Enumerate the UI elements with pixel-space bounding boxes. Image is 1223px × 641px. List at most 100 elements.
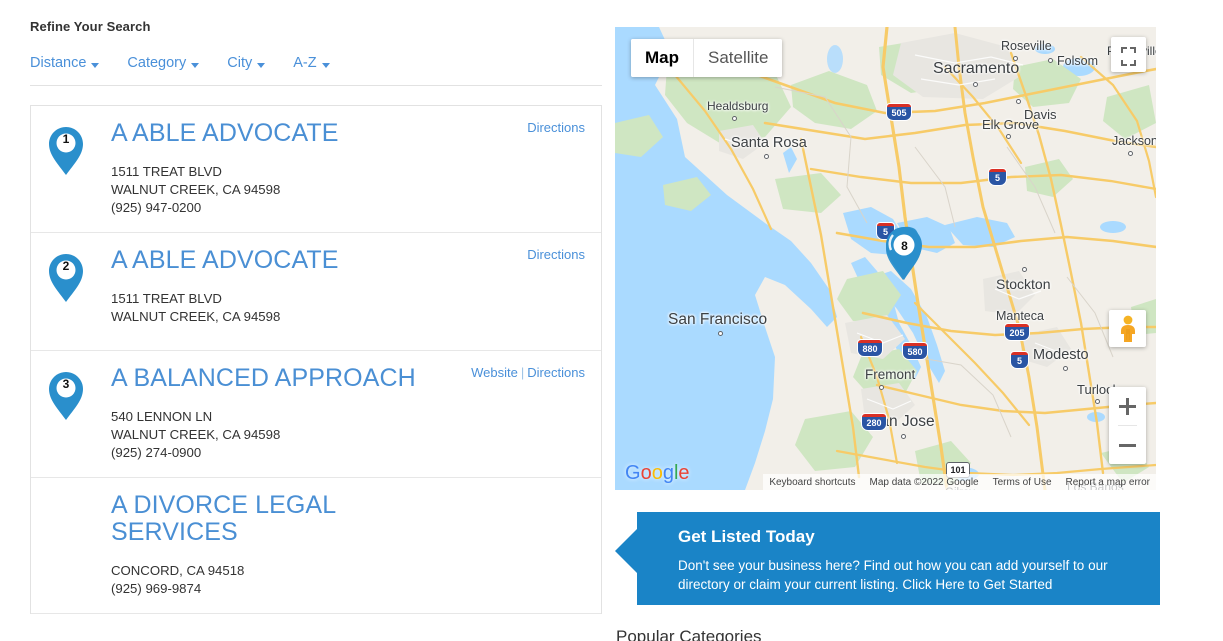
map-place-label: Healdsburg [707, 99, 769, 113]
map-type-satellite-button[interactable]: Satellite [693, 39, 783, 77]
google-map[interactable]: RosevillePlacervilleFolsomSacramentoDavi… [615, 27, 1156, 490]
zoom-out-button[interactable] [1109, 426, 1146, 464]
result-action-links: Directions [527, 120, 585, 135]
street-view-pegman-icon [1120, 315, 1135, 342]
highway-shield-interstate: 205 [1005, 324, 1029, 340]
map-place-label: Modesto [1033, 347, 1089, 363]
map-place-label: Fremont [865, 367, 916, 382]
business-name-link[interactable]: A DIVORCE LEGAL SERVICES [111, 492, 421, 546]
map-place-dot [718, 331, 723, 336]
chevron-down-icon [257, 62, 266, 68]
result-pin-number: 3 [62, 377, 70, 391]
banner-text: Don't see your business here? Find out h… [678, 558, 1108, 592]
highway-shield-interstate: 5 [1011, 352, 1028, 368]
link-separator: | [520, 365, 525, 380]
chevron-down-icon [191, 62, 200, 68]
terms-of-use-link[interactable]: Terms of Use [993, 477, 1052, 488]
business-name-link[interactable]: A ABLE ADVOCATE [111, 247, 421, 274]
highway-shield-interstate: 880 [858, 340, 882, 356]
filter-city-label: City [227, 55, 253, 71]
highway-shield-label: 205 [1009, 328, 1025, 338]
directions-link[interactable]: Directions [527, 365, 585, 380]
fullscreen-icon [1121, 47, 1136, 66]
result-pin-column: 3 [47, 365, 111, 421]
google-logo: Google [625, 461, 693, 484]
search-results-column: Refine Your Search Distance Category Cit… [30, 0, 602, 641]
map-place-dot [973, 82, 978, 87]
result-action-links: Directions [527, 247, 585, 262]
svg-text:Google: Google [625, 462, 690, 484]
keyboard-shortcuts-link[interactable]: Keyboard shortcuts [769, 477, 855, 488]
result-body: A ABLE ADVOCATE 1511 TREAT BLVD WALNUT CRE… [111, 120, 585, 217]
banner-title: Get Listed Today [678, 527, 815, 546]
address-city-state: WALNUT CREEK, CA 94598 [111, 182, 281, 197]
map-pin-marker[interactable]: 3 [47, 371, 85, 421]
business-address: CONCORD, CA 94518 (925) 969-9874 [111, 562, 581, 598]
address-city-state: WALNUT CREEK, CA 94598 [111, 309, 281, 324]
address-city-state: WALNUT CREEK, CA 94598 [111, 427, 281, 442]
map-place-label: Santa Rosa [731, 135, 807, 151]
popular-categories-heading: Popular Categories [616, 627, 762, 641]
map-data-credit: Map data ©2022 Google [869, 476, 979, 488]
highway-shield-label: 505 [891, 108, 907, 118]
map-place-label: San Francisco [668, 311, 768, 328]
filter-category[interactable]: Category [127, 55, 200, 71]
street-view-pegman-button[interactable] [1109, 310, 1146, 347]
result-body: A ABLE ADVOCATE 1511 TREAT BLVD WALNUT CRE… [111, 247, 585, 326]
map-place-dot [901, 434, 906, 439]
map-pin-marker[interactable]: 2 [47, 253, 85, 303]
filter-distance[interactable]: Distance [30, 55, 100, 71]
zoom-in-button[interactable] [1109, 387, 1146, 425]
filter-az-label: A-Z [293, 55, 317, 71]
fullscreen-button[interactable] [1111, 37, 1146, 72]
business-address: 1511 TREAT BLVD WALNUT CREEK, CA 94598 [111, 290, 581, 326]
map-place-label: Manteca [996, 309, 1044, 323]
page-root: Refine Your Search Distance Category Cit… [0, 0, 1223, 641]
get-listed-banner[interactable]: Get Listed Today Don't see your business… [615, 512, 1160, 605]
map-place-dot [1016, 99, 1021, 104]
highway-shield-label: 280 [866, 418, 882, 428]
result-pin-column [47, 492, 111, 498]
map-place-label: Sacramento [933, 60, 1020, 77]
filter-city[interactable]: City [227, 55, 266, 71]
google-logo-icon: Google [625, 462, 690, 484]
map-place-dot [764, 154, 769, 159]
business-phone: (925) 969-9874 [111, 581, 202, 596]
map-place-label: Jackson [1112, 134, 1156, 148]
result-card: 3 A BALANCED APPROACH 540 LENNON LN WALNUT … [31, 351, 601, 478]
directions-link[interactable]: Directions [527, 247, 585, 262]
directions-link[interactable]: Directions [527, 120, 585, 135]
map-place-dot [1022, 267, 1027, 272]
result-pin-column: 2 [47, 247, 111, 303]
map-attribution-bar: Keyboard shortcuts Map data ©2022 Google… [763, 474, 1156, 490]
result-card: 2 A ABLE ADVOCATE 1511 TREAT BLVD WALNUT CR… [31, 233, 601, 351]
filter-distance-label: Distance [30, 55, 87, 71]
highway-shield-label: 580 [907, 347, 923, 357]
map-place-dot [1063, 366, 1068, 371]
highway-shield-label: 5 [1016, 356, 1022, 366]
filter-bar: Distance Category City A-Z [30, 34, 602, 86]
highway-shield-interstate: 5 [989, 169, 1006, 185]
map-place-label: Elk Grove [982, 117, 1040, 132]
map-pin-icon [886, 226, 922, 280]
result-pin-column: 1 [47, 120, 111, 176]
report-map-error-link[interactable]: Report a map error [1066, 477, 1150, 488]
map-pin-marker[interactable]: 1 [47, 126, 85, 176]
map-column: RosevillePlacervilleFolsomSacramentoDavi… [615, 27, 1160, 641]
highway-shield-interstate: 505 [887, 104, 911, 120]
map-place-dot [879, 385, 884, 390]
business-name-link[interactable]: A BALANCED APPROACH [111, 365, 421, 392]
business-name-link[interactable]: A ABLE ADVOCATE [111, 120, 421, 147]
business-phone: (925) 274-0900 [111, 445, 202, 460]
map-cluster-count: 8 [901, 239, 908, 253]
map-type-map-button[interactable]: Map [631, 39, 693, 77]
business-phone: (925) 947-0200 [111, 200, 202, 215]
website-link[interactable]: Website [471, 365, 518, 380]
map-place-dot [1128, 151, 1133, 156]
map-marker-cluster[interactable]: 8 [883, 225, 926, 288]
filter-az[interactable]: A-Z [293, 55, 330, 71]
map-place-label: Stockton [996, 276, 1051, 292]
highway-shield-label: 5 [994, 173, 1000, 183]
refine-your-search-heading: Refine Your Search [30, 19, 151, 34]
business-address: 540 LENNON LN WALNUT CREEK, CA 94598 (925)… [111, 408, 581, 462]
